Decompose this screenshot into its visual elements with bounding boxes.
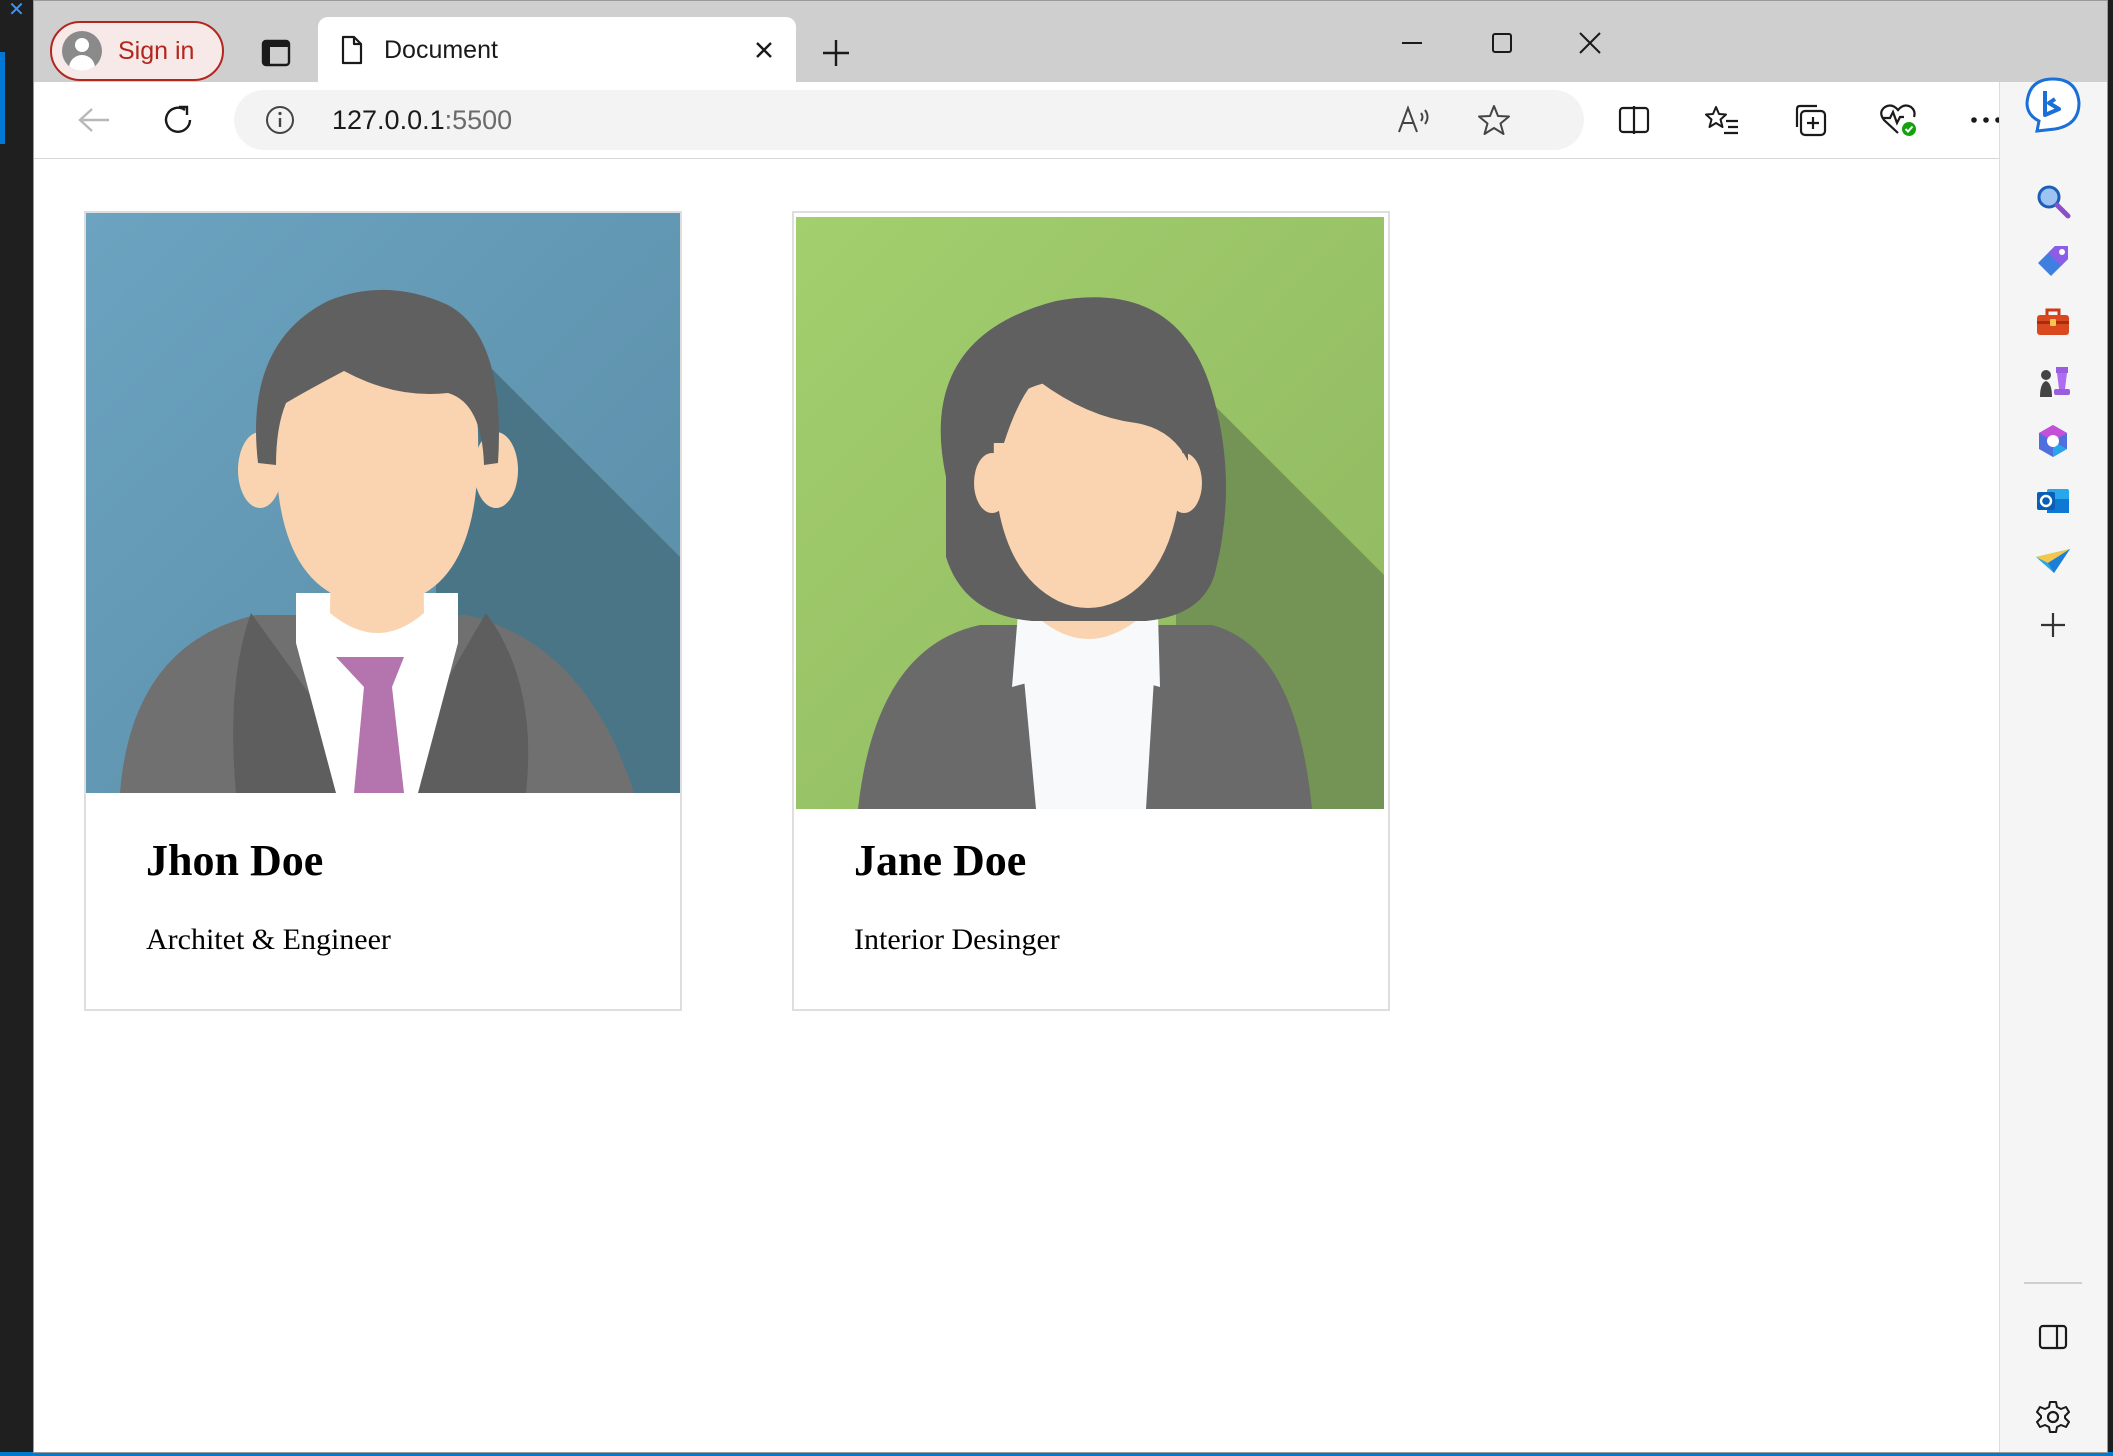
collections-button[interactable] [1782,92,1838,148]
profile-sign-in-button[interactable]: Sign in [50,21,224,81]
sign-in-label: Sign in [118,36,195,65]
favorite-star-button[interactable] [1470,96,1518,144]
edge-sidebar [1999,77,2107,1452]
sidebar-tools-button[interactable] [2022,290,2084,352]
sidebar-office-button[interactable] [2022,410,2084,472]
shopping-tag-icon [2038,246,2068,276]
sidebar-add-button[interactable] [2022,594,2084,656]
favorites-button[interactable] [1694,92,1750,148]
panel-icon [2038,1324,2068,1350]
toolbox-icon [2037,308,2069,335]
profile-card-jane: Jane Doe Interior Desinger [792,211,1390,1011]
info-icon [266,106,294,134]
card-name: Jane Doe [854,836,1027,885]
sidebar-search-button[interactable] [2022,170,2084,232]
bing-copilot-button[interactable] [2022,74,2084,136]
sidebar-shopping-button[interactable] [2022,230,2084,292]
sidebar-outlook-button[interactable] [2022,470,2084,532]
browser-window: Sign in Document 127.0.0.1:5500 Jhon Doe… [33,0,2108,1453]
card-role: Architet & Engineer [146,923,391,956]
back-button[interactable] [66,92,122,148]
refresh-button[interactable] [150,92,206,148]
minimize-icon [1402,42,1422,44]
sidebar-hide-button[interactable] [2022,1306,2084,1368]
games-icon [2040,367,2070,397]
editor-logo-icon: ✕ [8,0,25,21]
collections-icon [1795,104,1827,137]
more-dots-icon [1971,117,2001,123]
send-icon [2036,549,2070,573]
maximize-button[interactable] [1462,15,1542,71]
sidebar-send-button[interactable] [2022,530,2084,592]
site-info-button[interactable] [262,102,298,138]
card-role: Interior Desinger [854,923,1060,956]
bing-chat-icon [2025,77,2081,133]
tab-actions-button[interactable] [250,27,302,79]
refresh-icon [164,105,192,133]
search-icon [2037,185,2071,219]
tab-title: Document [384,35,498,64]
heart-pulse-icon [1880,104,1916,136]
browser-essentials-button[interactable] [1870,92,1926,148]
desktop-editor-strip: ✕ [0,0,33,1456]
sidebar-settings-button[interactable] [2022,1386,2084,1448]
card-name: Jhon Doe [146,836,324,885]
add-icon [2041,613,2065,637]
profile-avatar-icon [62,31,102,71]
plus-icon [823,40,849,66]
close-window-icon [1579,32,1601,54]
read-aloud-button[interactable] [1390,96,1438,144]
female-avatar-image [796,217,1384,809]
address-bar[interactable]: 127.0.0.1:5500 [234,90,1584,150]
minimize-button[interactable] [1372,15,1452,71]
star-icon [1478,105,1510,135]
tab-close-button[interactable] [746,32,782,68]
maximize-icon [1492,33,1512,53]
profile-card-jhon: Jhon Doe Architet & Engineer [84,211,682,1011]
office-icon [2039,425,2067,457]
sidebar-separator [2024,1282,2082,1284]
split-screen-button[interactable] [1606,92,1662,148]
male-avatar-image [86,213,680,793]
favorites-list-icon [1705,106,1738,135]
document-icon [341,35,363,65]
active-tab[interactable]: Document [318,17,796,83]
editor-activity-accent [0,52,5,144]
tab-actions-icon [261,39,291,67]
sidebar-games-button[interactable] [2022,350,2084,412]
url-text[interactable]: 127.0.0.1:5500 [332,90,512,150]
url-host: 127.0.0.1 [332,105,445,135]
navigation-toolbar: 127.0.0.1:5500 [34,82,2107,159]
title-bar: Sign in Document [34,1,2107,83]
new-tab-button[interactable] [810,27,862,79]
outlook-icon [2037,489,2069,513]
close-icon [756,42,772,58]
back-arrow-icon [78,108,109,132]
page-content: Jhon Doe Architet & Engineer Jane Doe In… [34,159,1999,1452]
close-window-button[interactable] [1550,15,1630,71]
settings-icon [2036,1401,2070,1433]
read-aloud-icon [1398,105,1429,133]
url-port: :5500 [444,105,513,135]
split-screen-icon [1618,106,1650,134]
